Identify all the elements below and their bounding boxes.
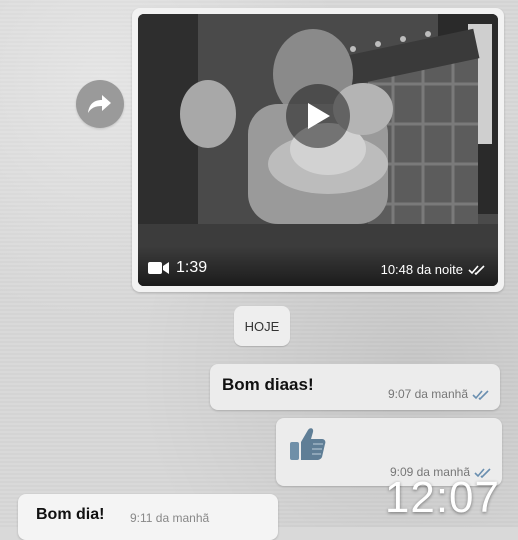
play-icon [308, 103, 330, 129]
video-message: 1:39 10:48 da noite [132, 8, 504, 292]
forward-button[interactable] [76, 80, 124, 128]
double-check-icon [472, 389, 489, 400]
message-text: Bom dia! [36, 506, 105, 523]
double-check-icon [468, 265, 485, 275]
video-footer: 1:39 10:48 da noite [138, 246, 498, 286]
video-timestamp: 10:48 da noite [381, 262, 486, 277]
thumbs-up-icon [290, 428, 326, 460]
incoming-message[interactable]: Bom dia! 9:11 da manhã [18, 494, 278, 540]
video-duration: 1:39 [148, 259, 207, 277]
video-camera-icon [148, 262, 169, 274]
forward-icon [88, 95, 111, 113]
message-time: 9:07 da manhã [387, 387, 468, 401]
message-time: 9:11 da manhã [130, 511, 210, 525]
video-timestamp-label: 10:48 da noite [380, 262, 463, 277]
message-meta: 9:11 da manhã [130, 511, 209, 525]
overlay-clock: 12:07 [384, 473, 500, 522]
date-divider: HOJE [234, 306, 290, 346]
play-button[interactable] [286, 84, 350, 148]
video-duration-label: 1:39 [176, 259, 208, 276]
outgoing-message[interactable]: Bom diaas! 9:07 da manhã [210, 364, 500, 410]
message-text: Bom diaas! [222, 375, 314, 394]
date-divider-label: HOJE [244, 318, 280, 334]
video-thumbnail[interactable]: 1:39 10:48 da noite [138, 14, 498, 286]
message-meta: 9:07 da manhã [388, 387, 490, 401]
